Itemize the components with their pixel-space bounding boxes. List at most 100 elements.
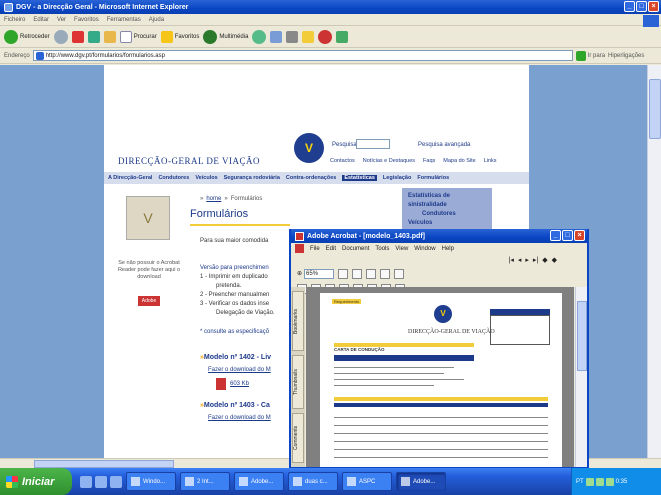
go-button[interactable]: Ir para [575,50,605,61]
messenger-icon[interactable] [318,29,333,44]
prev-page-icon[interactable]: ◂ [518,256,522,264]
close-icon[interactable]: × [648,1,659,12]
dropdown-veiculos[interactable]: Veículos [408,219,486,228]
home-icon[interactable] [103,30,116,43]
ie-vertical-scrollbar[interactable] [647,65,661,458]
task-adobe-2[interactable]: Adobe... [396,472,446,491]
favorites-button[interactable]: Favoritos [160,30,199,43]
nav-formularios[interactable]: Formulários [417,175,449,181]
spec-note[interactable]: * consulte as especificaçõ [200,328,300,337]
link-links[interactable]: Links [484,158,497,164]
quicklaunch-ie-icon[interactable] [80,475,92,488]
acro-menu-file[interactable]: File [310,246,320,252]
task-duas[interactable]: duas c... [288,472,338,491]
tray-icon-2[interactable] [595,477,604,486]
maximize-icon[interactable]: □ [636,1,647,12]
link-noticias[interactable]: Notícias e Destaques [363,158,415,164]
zoom-in-icon[interactable] [338,268,349,279]
acro-menu-tools[interactable]: Tools [375,246,389,252]
quicklaunch-outlook-icon[interactable] [95,475,107,488]
task-aspc[interactable]: ASPC [342,472,392,491]
fit-page-icon[interactable] [366,268,377,279]
dgv-logo[interactable]: V [294,133,324,163]
star-icon [160,30,173,43]
media-button[interactable]: Multimédia [203,29,248,44]
acrobat-scroll-thumb[interactable] [577,301,587,371]
dropdown-sinistralidade[interactable]: Estatísticas de sinistralidade [408,192,486,210]
fit-width-icon[interactable] [380,268,391,279]
forward-view-icon[interactable]: ◆ [552,256,557,264]
start-button[interactable]: Iniciar [0,468,72,495]
language-indicator[interactable]: PT [576,479,584,485]
task-windows[interactable]: Windo... [126,472,176,491]
modelo-1402: Modelo nº 1402 - Liv Fazer o download do… [200,352,300,376]
rotate-icon[interactable] [394,268,405,279]
tab-bookmarks[interactable]: Bookmarks [292,291,304,351]
history-icon[interactable] [252,29,267,44]
actual-size-icon[interactable] [352,268,363,279]
minimize-icon[interactable]: _ [624,1,635,12]
tools-icon[interactable] [336,30,349,43]
acrobat-minimize-icon[interactable]: _ [550,230,561,241]
modelo-1402-pdf[interactable]: 603 Kb [216,378,249,390]
search-button[interactable]: Procurar [119,30,157,43]
modelo-1403-download[interactable]: Fazer o download do M [208,412,300,424]
nav-condutores[interactable]: Condutores [158,175,189,181]
folder-icon[interactable] [302,30,315,43]
nav-veiculos[interactable]: Veículos [195,175,217,181]
nav-contra-ordenacoes[interactable]: Contra-ordenações [286,175,336,181]
task-internet-explorer[interactable]: 2 Int... [180,472,230,491]
tab-thumbnails[interactable]: Thumbnails [292,355,304,409]
refresh-icon[interactable] [87,30,100,43]
next-page-icon[interactable]: ▸ [525,256,529,264]
print-icon[interactable] [286,30,299,43]
menu-favoritos[interactable]: Favoritos [74,17,99,23]
acro-menu-help[interactable]: Help [442,246,454,252]
task-adobe-1[interactable]: Adobe... [234,472,284,491]
tab-comments[interactable]: Comments [292,413,304,463]
menu-ferramentas[interactable]: Ferramentas [107,17,141,23]
zoom-input[interactable]: 65% [304,268,335,279]
task-icon [401,477,410,486]
scroll-thumb[interactable] [649,79,661,139]
stop-icon[interactable] [71,30,84,43]
acrobat-close-icon[interactable]: × [574,230,585,241]
quicklaunch-media-icon[interactable] [110,475,122,488]
tray-icon-3[interactable] [605,477,614,486]
back-button[interactable]: Retroceder [4,29,50,44]
acro-menu-window[interactable]: Window [414,246,435,252]
acrobat-vertical-scrollbar[interactable] [575,287,587,467]
tray-icon-1[interactable] [585,477,594,486]
menu-ver[interactable]: Ver [57,17,66,23]
breadcrumb-home[interactable]: home [206,196,221,202]
link-faqs[interactable]: Faqs [423,158,435,164]
acrobat-maximize-icon[interactable]: □ [562,230,573,241]
address-input[interactable]: http://www.dgv.pt/formularios/formulario… [32,50,573,61]
mail-icon[interactable] [270,30,283,43]
link-contactos[interactable]: Contactos [330,158,355,164]
menu-ajuda[interactable]: Ajuda [149,17,164,23]
link-mapa[interactable]: Mapa do Site [443,158,475,164]
last-page-icon[interactable]: ▸| [533,256,538,264]
links-label[interactable]: Hiperligações [608,53,644,59]
nav-estatisticas[interactable]: Estatísticas [342,175,377,181]
nav-legislacao[interactable]: Legislação [383,175,411,181]
advanced-search-link[interactable]: Pesquisa avançada [418,142,470,148]
nav-direccao[interactable]: A Direcção-Geral [108,175,152,181]
zoom-control[interactable]: ⊕ 65% [297,268,335,279]
acro-menu-view[interactable]: View [395,246,408,252]
menu-ficheiro[interactable]: Ficheiro [4,17,25,23]
first-page-icon[interactable]: |◂ [509,256,514,264]
taskbar: Iniciar Windo... 2 Int... Adobe... duas … [0,468,661,495]
nav-seguranca[interactable]: Segurança rodoviária [224,175,280,181]
dropdown-condutores[interactable]: Condutores [408,210,486,219]
forward-button[interactable] [53,29,68,44]
menu-editar[interactable]: Editar [33,17,49,23]
site-search-input[interactable] [356,139,390,149]
acrobat-download-badge[interactable]: Adobe [138,296,160,306]
hscroll-thumb[interactable] [34,460,174,468]
modelo-1402-download[interactable]: Fazer o download do M [208,364,300,376]
back-view-icon[interactable]: ◆ [542,256,547,264]
acro-menu-edit[interactable]: Edit [326,246,336,252]
acro-menu-document[interactable]: Document [342,246,369,252]
